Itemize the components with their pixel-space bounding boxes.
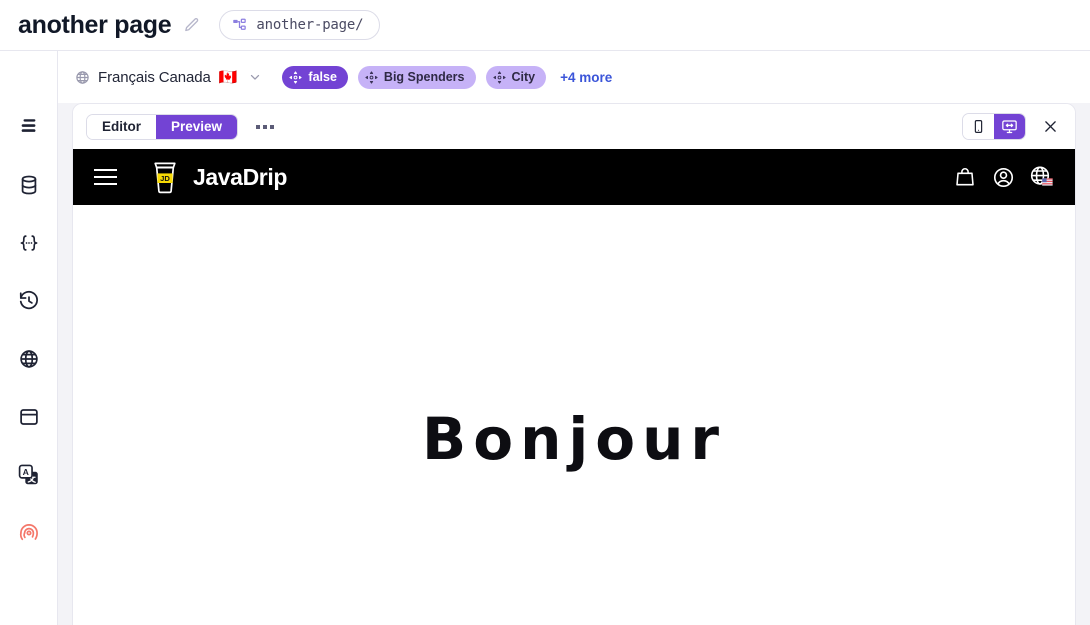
globe-language-icon[interactable]	[1028, 164, 1054, 190]
main-area: Français Canada 🇨🇦 false Big Spenders Ci…	[58, 51, 1090, 625]
sidebar-item-locales[interactable]	[15, 345, 43, 373]
sidebar-item-history[interactable]	[15, 287, 43, 315]
audience-pill-label: Big Spenders	[383, 70, 465, 84]
preview-toolbar-right	[962, 113, 1063, 140]
page-title: another page	[18, 10, 172, 39]
desktop-responsive-icon	[1001, 118, 1018, 135]
context-bar: Français Canada 🇨🇦 false Big Spenders Ci…	[58, 51, 1090, 103]
preview-toolbar: Editor Preview	[73, 104, 1075, 149]
sidebar-item-data[interactable]	[15, 171, 43, 199]
close-preview-button[interactable]	[1037, 114, 1063, 140]
svg-text:JD: JD	[160, 174, 170, 183]
ellipsis-icon[interactable]	[252, 121, 278, 133]
top-bar: another page another-page/	[0, 0, 1090, 51]
more-audiences-link[interactable]: +4 more	[560, 70, 612, 85]
sidebar-item-translations[interactable]: A	[15, 461, 43, 489]
svg-text:A: A	[22, 467, 29, 477]
hero-heading: Bonjour	[422, 405, 726, 473]
chevron-down-icon[interactable]	[248, 70, 262, 84]
code-braces-icon	[17, 232, 41, 254]
site-body: Bonjour	[73, 205, 1075, 625]
globe-icon	[18, 348, 40, 370]
target-move-icon	[289, 70, 303, 84]
page-url-text: another-page/	[256, 17, 364, 33]
tab-editor[interactable]: Editor	[87, 114, 156, 139]
site-header: JD JavaDrip	[73, 149, 1075, 205]
tab-preview[interactable]: Preview	[156, 114, 238, 139]
mobile-icon	[971, 119, 986, 134]
audience-pill-label: false	[308, 70, 337, 84]
audience-pill[interactable]: false	[282, 65, 348, 89]
pencil-icon[interactable]	[182, 16, 200, 34]
user-account-icon[interactable]	[990, 164, 1016, 190]
audience-pill[interactable]: City	[485, 65, 547, 89]
locale-flag: 🇨🇦	[218, 68, 238, 86]
audience-pill-label: City	[511, 70, 536, 84]
audience-pill-list: false Big Spenders City	[282, 65, 547, 89]
preview-stage: Editor Preview JD JavaDrip Bonjour	[58, 103, 1090, 625]
hamburger-icon[interactable]	[94, 169, 117, 185]
app-root: another page another-page/ A Français Ca…	[0, 0, 1090, 625]
editor-preview-toggle: Editor Preview	[86, 113, 239, 140]
fingerprint-icon	[17, 521, 41, 545]
globe-icon	[75, 70, 90, 85]
body-row: A Français Canada 🇨🇦 false Big Spenders …	[0, 51, 1090, 625]
audience-pill[interactable]: Big Spenders	[357, 65, 476, 89]
close-icon	[1042, 118, 1059, 135]
window-icon	[18, 406, 40, 428]
sidebar-item-layouts[interactable]	[15, 403, 43, 431]
brand-name: JavaDrip	[193, 163, 287, 190]
left-sidebar: A	[0, 51, 58, 625]
translate-icon: A	[17, 463, 41, 487]
layers-menu-icon	[18, 116, 40, 138]
locale-selector[interactable]: Français Canada 🇨🇦	[75, 69, 262, 86]
clock-rewind-icon	[18, 290, 40, 312]
page-url-pill[interactable]: another-page/	[219, 10, 381, 40]
locale-label: Français Canada	[98, 68, 211, 86]
preview-card: Editor Preview JD JavaDrip Bonjour	[72, 103, 1076, 625]
target-move-icon	[365, 70, 378, 84]
sitemap-icon	[232, 18, 247, 33]
mobile-view-button[interactable]	[963, 114, 994, 139]
device-toggle	[962, 113, 1026, 140]
site-header-icons	[952, 164, 1054, 190]
sidebar-item-pages[interactable]	[15, 113, 43, 141]
shopping-bag-icon[interactable]	[952, 164, 978, 190]
coffee-cup-icon: JD	[150, 159, 180, 195]
sidebar-item-personalization[interactable]	[15, 519, 43, 547]
rendered-site: JD JavaDrip Bonjour	[73, 149, 1075, 625]
database-icon	[18, 174, 40, 196]
site-logo[interactable]: JD JavaDrip	[150, 159, 287, 195]
sidebar-item-variables[interactable]	[15, 229, 43, 257]
desktop-view-button[interactable]	[994, 114, 1025, 139]
target-move-icon	[492, 70, 506, 84]
